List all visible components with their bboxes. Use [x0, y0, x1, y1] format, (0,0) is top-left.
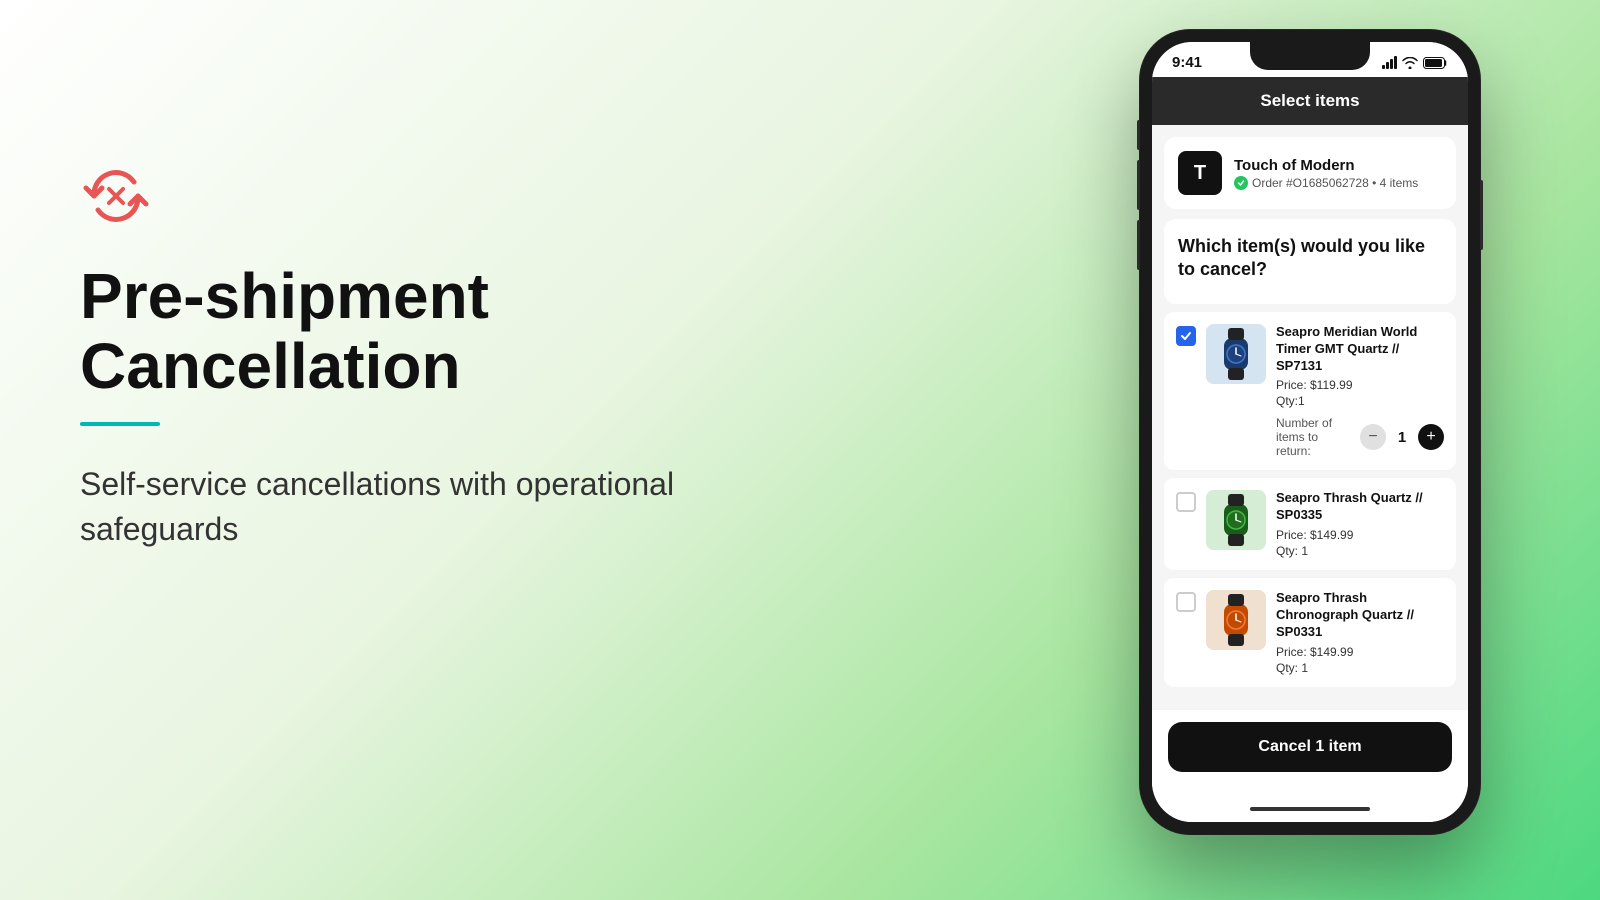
phone-mockup: 9:41	[1140, 30, 1480, 834]
item-image-3	[1206, 590, 1266, 650]
item-row[interactable]: Seapro Thrash Chronograph Quartz // SP03…	[1164, 578, 1456, 687]
merchant-logo-letter: T	[1194, 162, 1206, 185]
qty-label-1: Number of items to return:	[1276, 416, 1352, 458]
merchant-logo: T	[1178, 151, 1222, 195]
item-details-1: Seapro Meridian World Timer GMT Quartz /…	[1276, 324, 1444, 459]
phone-notch	[1250, 42, 1370, 70]
phone-button-vol-down	[1137, 220, 1140, 270]
decorative-line	[80, 422, 160, 426]
item-name-3: Seapro Thrash Chronograph Quartz // SP03…	[1276, 590, 1444, 641]
phone-screen: 9:41	[1152, 42, 1468, 822]
item-checkbox-3[interactable]	[1176, 592, 1196, 612]
signal-icon	[1382, 56, 1397, 69]
item-row[interactable]: Seapro Meridian World Timer GMT Quartz /…	[1164, 312, 1456, 471]
phone-button-vol-up	[1137, 160, 1140, 210]
item-price-3: Price: $149.99	[1276, 645, 1444, 659]
item-image-1	[1206, 324, 1266, 384]
pre-shipment-cancel-icon	[80, 160, 152, 232]
question-section: Which item(s) would you like to cancel?	[1164, 219, 1456, 304]
status-icons	[1382, 56, 1448, 69]
item-image-2	[1206, 490, 1266, 550]
home-indicator	[1152, 792, 1468, 822]
merchant-info: Touch of Modern Order #O1685062728 • 4 i…	[1234, 157, 1418, 190]
icon-wrapper	[80, 160, 780, 237]
wifi-icon	[1402, 57, 1418, 69]
item-details-2: Seapro Thrash Quartz // SP0335 Price: $1…	[1276, 490, 1444, 558]
verified-icon	[1234, 176, 1248, 190]
bottom-button-area: Cancel 1 item	[1152, 710, 1468, 792]
home-bar	[1250, 807, 1370, 811]
left-panel: Pre-shipment Cancellation Self-service c…	[80, 160, 780, 551]
app-header-title: Select items	[1260, 91, 1359, 110]
merchant-card: T Touch of Modern Order #O1685062728 • 4…	[1164, 137, 1456, 209]
qty-decrease-button[interactable]: −	[1360, 424, 1386, 450]
merchant-order-text: Order #O1685062728 • 4 items	[1252, 176, 1418, 190]
item-qty-2: Qty: 1	[1276, 544, 1444, 558]
item-row[interactable]: Seapro Thrash Quartz // SP0335 Price: $1…	[1164, 478, 1456, 570]
item-name-2: Seapro Thrash Quartz // SP0335	[1276, 490, 1444, 524]
cancel-items-button[interactable]: Cancel 1 item	[1168, 722, 1452, 772]
merchant-name: Touch of Modern	[1234, 157, 1418, 174]
item-price-2: Price: $149.99	[1276, 528, 1444, 542]
item-price-1: Price: $119.99	[1276, 378, 1444, 392]
item-qty-1: Qty:1	[1276, 394, 1444, 408]
phone-frame: 9:41	[1140, 30, 1480, 834]
app-header: Select items	[1152, 77, 1468, 125]
item-name-1: Seapro Meridian World Timer GMT Quartz /…	[1276, 324, 1444, 375]
qty-control-1: Number of items to return: − 1 +	[1276, 416, 1444, 458]
item-checkbox-1[interactable]	[1176, 326, 1196, 346]
page-title: Pre-shipment Cancellation	[80, 261, 780, 402]
item-details-3: Seapro Thrash Chronograph Quartz // SP03…	[1276, 590, 1444, 675]
merchant-order: Order #O1685062728 • 4 items	[1234, 176, 1418, 190]
phone-button-power	[1480, 180, 1483, 250]
item-qty-3: Qty: 1	[1276, 661, 1444, 675]
item-checkbox-2[interactable]	[1176, 492, 1196, 512]
app-content[interactable]: T Touch of Modern Order #O1685062728 • 4…	[1152, 125, 1468, 710]
question-text: Which item(s) would you like to cancel?	[1178, 235, 1442, 282]
qty-value-1: 1	[1394, 429, 1410, 446]
battery-icon	[1423, 57, 1448, 69]
page-subtitle: Self-service cancellations with operatio…	[80, 462, 780, 552]
qty-increase-button[interactable]: +	[1418, 424, 1444, 450]
status-time: 9:41	[1172, 54, 1202, 71]
phone-button-silent	[1137, 120, 1140, 150]
